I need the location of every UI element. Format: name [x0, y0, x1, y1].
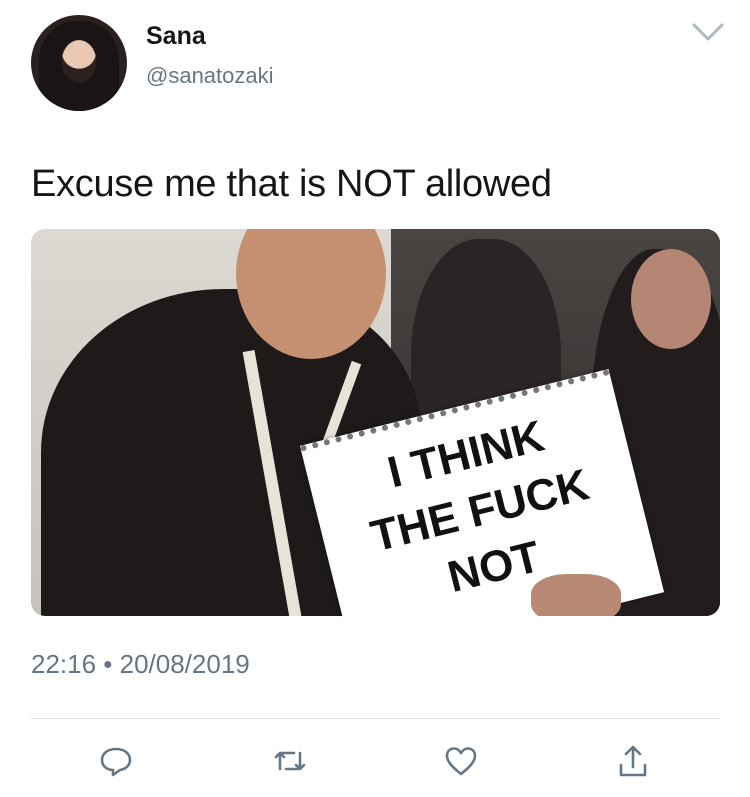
share-icon[interactable]: [615, 743, 651, 779]
author-handle[interactable]: @sanatozaki: [146, 63, 274, 89]
tweet-text: Excuse me that is NOT allowed: [31, 163, 552, 205]
retweet-icon[interactable]: [272, 743, 308, 779]
reply-icon[interactable]: [98, 743, 134, 779]
chevron-down-icon[interactable]: [690, 20, 726, 44]
avatar[interactable]: [31, 15, 127, 111]
heart-icon[interactable]: [443, 743, 479, 779]
divider: [31, 718, 720, 719]
author-name[interactable]: Sana: [146, 22, 206, 51]
tweet-timestamp[interactable]: 22:16 • 20/08/2019: [31, 649, 250, 680]
tweet-image[interactable]: I THINK THE FUCK NOT: [31, 229, 720, 616]
